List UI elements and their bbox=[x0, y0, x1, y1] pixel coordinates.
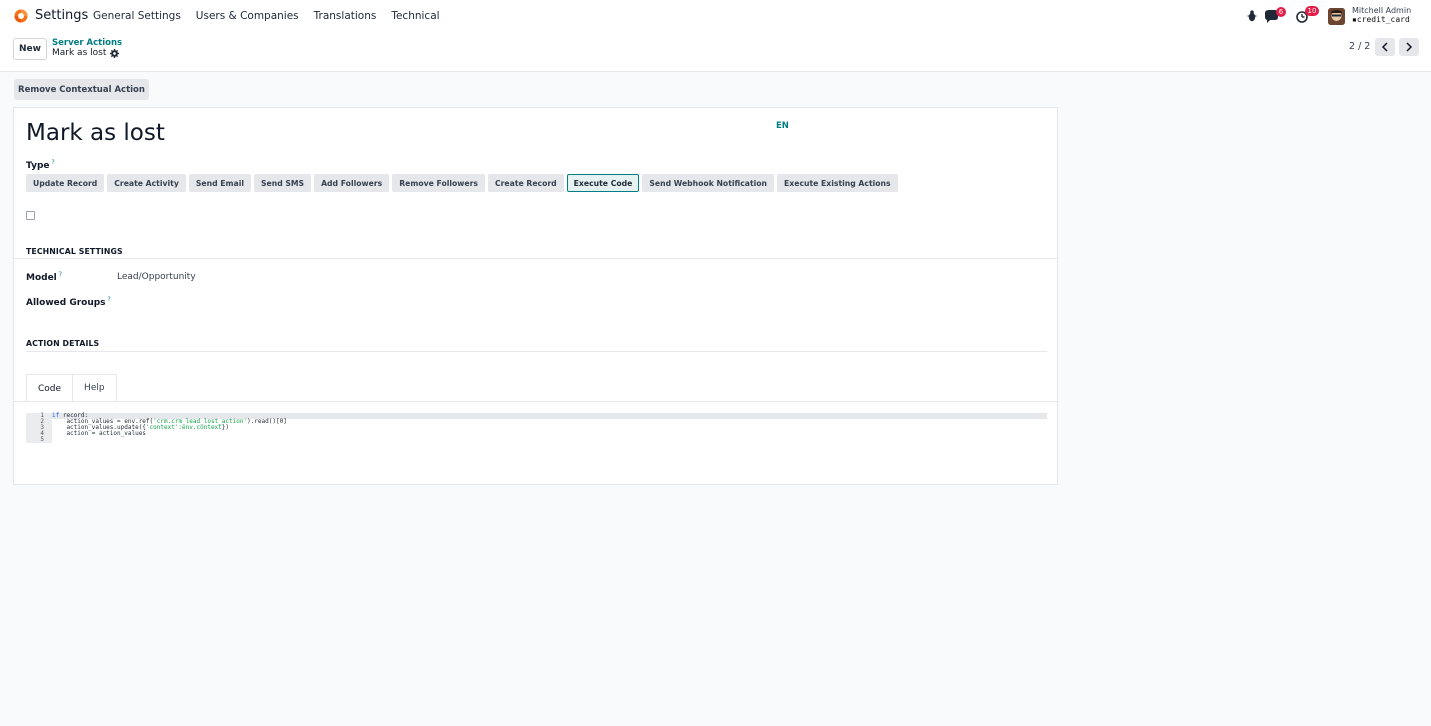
action-details-heading: ACTION DETAILS bbox=[26, 339, 100, 348]
chevron-left-icon bbox=[1381, 42, 1388, 52]
menu-general-settings[interactable]: General Settings bbox=[93, 10, 181, 22]
user-database: ▪credit_card bbox=[1352, 15, 1410, 24]
model-label: Model? bbox=[26, 271, 62, 283]
type-send-sms[interactable]: Send SMS bbox=[253, 174, 312, 192]
menu-users-companies[interactable]: Users & Companies bbox=[196, 10, 299, 22]
code-line: 5 bbox=[26, 437, 1047, 443]
groups-help-tooltip[interactable]: ? bbox=[108, 296, 111, 303]
language-button[interactable]: EN bbox=[776, 121, 789, 131]
checkbox[interactable] bbox=[26, 211, 35, 220]
form-sheet: Mark as lost EN Type? Update Record Crea… bbox=[13, 107, 1058, 485]
activities-badge: 10 bbox=[1305, 6, 1319, 16]
tab-help[interactable]: Help bbox=[73, 374, 117, 402]
pager-previous-button[interactable] bbox=[1375, 38, 1395, 56]
type-remove-followers[interactable]: Remove Followers bbox=[392, 174, 485, 192]
pager-next-button[interactable] bbox=[1399, 38, 1419, 56]
gear-icon[interactable] bbox=[110, 49, 119, 58]
app-name[interactable]: Settings bbox=[35, 8, 88, 23]
settings-app-logo-icon[interactable] bbox=[14, 9, 28, 23]
type-create-activity[interactable]: Create Activity bbox=[107, 174, 186, 192]
top-navbar: Settings General Settings Users & Compan… bbox=[0, 0, 1431, 33]
control-panel: New Server Actions Mark as lost 2 / 2 bbox=[0, 33, 1431, 72]
type-help-tooltip[interactable]: ? bbox=[51, 159, 54, 166]
type-execute-existing-actions[interactable]: Execute Existing Actions bbox=[777, 174, 898, 192]
bug-icon[interactable] bbox=[1247, 10, 1257, 22]
new-button[interactable]: New bbox=[13, 38, 47, 60]
action-name-field[interactable]: Mark as lost bbox=[26, 120, 165, 146]
type-send-webhook-notification[interactable]: Send Webhook Notification bbox=[642, 174, 775, 192]
messages-badge: 6 bbox=[1276, 7, 1286, 17]
tabs-divider bbox=[14, 401, 1057, 402]
tab-code[interactable]: Code bbox=[26, 374, 74, 402]
remove-contextual-action-button[interactable]: Remove Contextual Action bbox=[14, 79, 149, 100]
type-send-email[interactable]: Send Email bbox=[188, 174, 251, 192]
menu-translations[interactable]: Translations bbox=[314, 10, 377, 22]
model-field[interactable]: Lead/Opportunity bbox=[117, 272, 196, 282]
user-name[interactable]: Mitchell Admin bbox=[1352, 6, 1411, 15]
type-update-record[interactable]: Update Record bbox=[26, 174, 105, 192]
divider bbox=[14, 258, 1057, 259]
user-avatar[interactable] bbox=[1328, 8, 1345, 25]
type-create-record[interactable]: Create Record bbox=[488, 174, 564, 192]
allowed-groups-label: Allowed Groups? bbox=[26, 296, 111, 308]
type-execute-code[interactable]: Execute Code bbox=[566, 174, 640, 192]
pager-value[interactable]: 2 / 2 bbox=[1349, 41, 1370, 52]
chevron-right-icon bbox=[1406, 42, 1413, 52]
code-editor[interactable]: 1 if record: 2 action_values = env.ref('c… bbox=[26, 413, 1047, 461]
notebook-tabs: Code Help bbox=[26, 374, 117, 402]
technical-settings-heading: TECHNICAL SETTINGS bbox=[26, 247, 123, 256]
type-add-followers[interactable]: Add Followers bbox=[314, 174, 390, 192]
main-menu: General Settings Users & Companies Trans… bbox=[93, 10, 455, 22]
menu-technical[interactable]: Technical bbox=[391, 10, 439, 22]
breadcrumb-current: Mark as lost bbox=[52, 48, 107, 58]
divider bbox=[26, 351, 1047, 352]
breadcrumb-server-actions[interactable]: Server Actions bbox=[52, 38, 122, 48]
model-help-tooltip[interactable]: ? bbox=[59, 271, 62, 278]
type-selector: Update Record Create Activity Send Email… bbox=[26, 174, 898, 192]
type-label: Type? bbox=[26, 159, 55, 171]
